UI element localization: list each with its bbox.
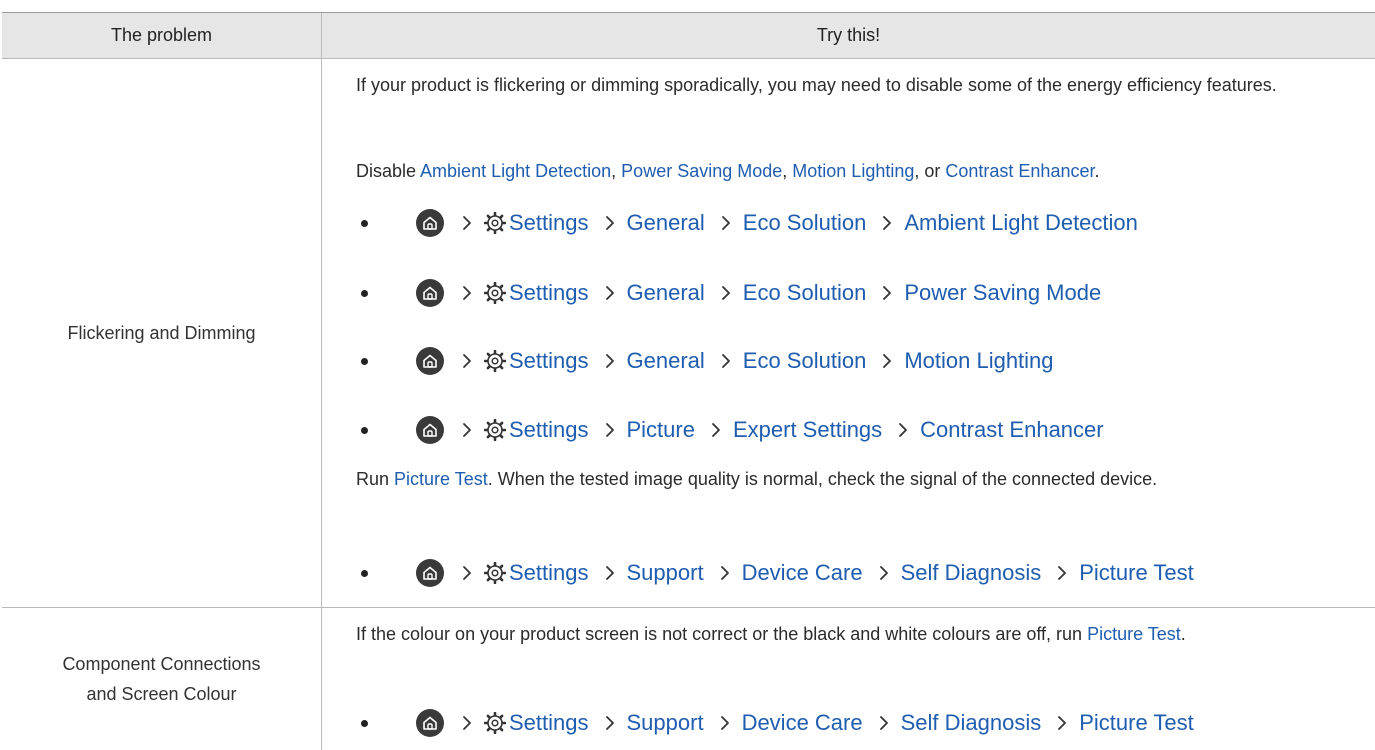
chevron-right-icon bbox=[599, 712, 621, 734]
row1-disable-line: Disable Ambient Light Detection, Power S… bbox=[356, 161, 1100, 181]
menu-path-step[interactable]: Device Care bbox=[742, 560, 863, 586]
table-header: The problem Try this! bbox=[2, 13, 1375, 59]
menu-path-step[interactable]: Support bbox=[627, 560, 704, 586]
menu-path-step[interactable]: Contrast Enhancer bbox=[920, 417, 1103, 443]
link-contrast-enhancer[interactable]: Contrast Enhancer bbox=[945, 161, 1094, 181]
chevron-right-icon bbox=[599, 212, 621, 234]
menu-path-step[interactable]: Eco Solution bbox=[743, 280, 867, 306]
troubleshooting-table: The problem Try this! Flickering and Dim… bbox=[2, 12, 1375, 750]
chevron-right-icon bbox=[715, 282, 737, 304]
path-ambient-light-detection: Settings General Eco Solution Ambient Light… bbox=[356, 205, 1146, 241]
menu-path-step[interactable]: Self Diagnosis bbox=[901, 710, 1042, 736]
path-picture-test-1: Settings Support Device Care Self Diagnosis… bbox=[356, 555, 1202, 591]
home-icon bbox=[416, 709, 444, 737]
bullet-dot bbox=[361, 569, 368, 577]
menu-path-step[interactable]: Settings bbox=[509, 560, 589, 586]
header-problem: The problem bbox=[110, 25, 213, 45]
path-motion-lighting: Settings General Eco Solution Motion Lighti… bbox=[356, 343, 1062, 379]
chevron-right-icon bbox=[715, 212, 737, 234]
chevron-right-icon bbox=[873, 562, 895, 584]
link-ambient-light-detection[interactable]: Ambient Light Detection bbox=[420, 161, 611, 181]
bullet-dot bbox=[361, 289, 368, 297]
chevron-right-icon bbox=[599, 562, 621, 584]
chevron-right-icon bbox=[714, 562, 736, 584]
bullet-dot bbox=[361, 719, 368, 727]
header-try-this: Try this! bbox=[816, 25, 881, 45]
link-picture-test[interactable]: Picture Test bbox=[394, 469, 488, 489]
problem-flickering: Flickering and Dimming bbox=[67, 322, 256, 343]
menu-path-step[interactable]: Picture Test bbox=[1079, 710, 1194, 736]
chevron-right-icon bbox=[456, 419, 478, 441]
settings-gear-icon bbox=[483, 418, 507, 442]
bullet-dot bbox=[361, 219, 368, 227]
menu-path-step[interactable]: Expert Settings bbox=[733, 417, 882, 443]
menu-path-step[interactable]: General bbox=[627, 210, 705, 236]
menu-path-step[interactable]: Power Saving Mode bbox=[904, 280, 1101, 306]
menu-path-step[interactable]: Settings bbox=[509, 280, 589, 306]
chevron-right-icon bbox=[873, 712, 895, 734]
menu-path-step[interactable]: Picture Test bbox=[1079, 560, 1194, 586]
row2-intro: If the colour on your product screen is … bbox=[356, 624, 1186, 644]
row1-run-line: Run Picture Test. When the tested image … bbox=[356, 469, 1158, 489]
chevron-right-icon bbox=[456, 350, 478, 372]
menu-path-step[interactable]: Settings bbox=[509, 348, 589, 374]
chevron-right-icon bbox=[892, 419, 914, 441]
problem-component-connections: Component Connections and Screen Colour bbox=[62, 654, 261, 704]
settings-gear-icon bbox=[483, 561, 507, 585]
chevron-right-icon bbox=[1051, 562, 1073, 584]
settings-gear-icon bbox=[483, 711, 507, 735]
chevron-right-icon bbox=[876, 282, 898, 304]
chevron-right-icon bbox=[599, 419, 621, 441]
chevron-right-icon bbox=[456, 712, 478, 734]
link-motion-lighting[interactable]: Motion Lighting bbox=[792, 161, 914, 181]
menu-path-step[interactable]: Picture bbox=[627, 417, 695, 443]
chevron-right-icon bbox=[599, 350, 621, 372]
chevron-right-icon bbox=[876, 350, 898, 372]
menu-path-step[interactable]: Settings bbox=[509, 417, 589, 443]
chevron-right-icon bbox=[456, 282, 478, 304]
home-icon bbox=[416, 279, 444, 307]
link-picture-test-2[interactable]: Picture Test bbox=[1087, 624, 1181, 644]
settings-gear-icon bbox=[483, 281, 507, 305]
bullet-dot bbox=[361, 357, 368, 365]
menu-path-step[interactable]: Settings bbox=[509, 710, 589, 736]
menu-path-step[interactable]: General bbox=[627, 348, 705, 374]
settings-gear-icon bbox=[483, 211, 507, 235]
chevron-right-icon bbox=[456, 562, 478, 584]
menu-path-step[interactable]: Motion Lighting bbox=[904, 348, 1053, 374]
menu-path-step[interactable]: Eco Solution bbox=[743, 210, 867, 236]
column-divider bbox=[321, 13, 322, 750]
path-power-saving-mode: Settings General Eco Solution Power Saving … bbox=[356, 275, 1109, 311]
chevron-right-icon bbox=[715, 350, 737, 372]
chevron-right-icon bbox=[876, 212, 898, 234]
chevron-right-icon bbox=[456, 212, 478, 234]
home-icon bbox=[416, 416, 444, 444]
row1-intro: If your product is flickering or dimming… bbox=[356, 75, 1277, 95]
chevron-right-icon bbox=[714, 712, 736, 734]
settings-gear-icon bbox=[483, 349, 507, 373]
link-power-saving-mode[interactable]: Power Saving Mode bbox=[621, 161, 782, 181]
menu-path-step[interactable]: Device Care bbox=[742, 710, 863, 736]
home-icon bbox=[416, 209, 444, 237]
home-icon bbox=[416, 347, 444, 375]
menu-path-step[interactable]: Self Diagnosis bbox=[901, 560, 1042, 586]
chevron-right-icon bbox=[705, 419, 727, 441]
chevron-right-icon bbox=[599, 282, 621, 304]
menu-path-step[interactable]: General bbox=[627, 280, 705, 306]
chevron-right-icon bbox=[1051, 712, 1073, 734]
menu-path-step[interactable]: Support bbox=[627, 710, 704, 736]
path-picture-test-2: Settings Support Device Care Self Diagnosis… bbox=[356, 705, 1202, 741]
menu-path-step[interactable]: Eco Solution bbox=[743, 348, 867, 374]
home-icon bbox=[416, 559, 444, 587]
path-contrast-enhancer: Settings Picture Expert Settings Contrast E… bbox=[356, 412, 1112, 448]
bullet-dot bbox=[361, 426, 368, 434]
menu-path-step[interactable]: Settings bbox=[509, 210, 589, 236]
menu-path-step[interactable]: Ambient Light Detection bbox=[904, 210, 1138, 236]
